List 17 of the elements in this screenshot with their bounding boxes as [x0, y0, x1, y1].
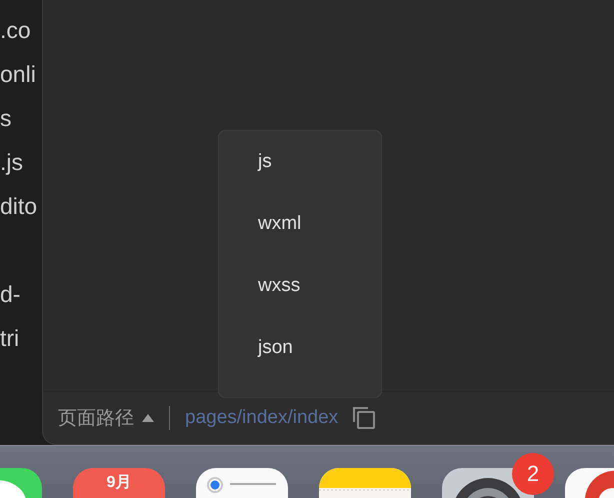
notepad-icon[interactable]	[319, 468, 411, 498]
checklist-icon[interactable]	[196, 468, 288, 498]
path-dropdown[interactable]: 页面路径	[58, 405, 154, 431]
menu-item[interactable]: js	[219, 142, 282, 182]
code-text: tri	[0, 324, 20, 353]
copy-icon[interactable]	[352, 406, 376, 430]
code-text: .co	[0, 16, 31, 45]
code-text: s	[0, 104, 12, 133]
code-text: .js	[0, 148, 23, 177]
notification-badge: 2	[512, 453, 554, 495]
code-text: dito	[0, 192, 38, 221]
menu-item[interactable]: wxml	[219, 204, 312, 244]
menu-item[interactable]: json	[219, 328, 303, 368]
caret-icon	[142, 414, 154, 422]
menu-item[interactable]: wxss	[219, 266, 310, 306]
code-text: onli	[0, 60, 36, 89]
code-text: d-	[0, 280, 20, 309]
